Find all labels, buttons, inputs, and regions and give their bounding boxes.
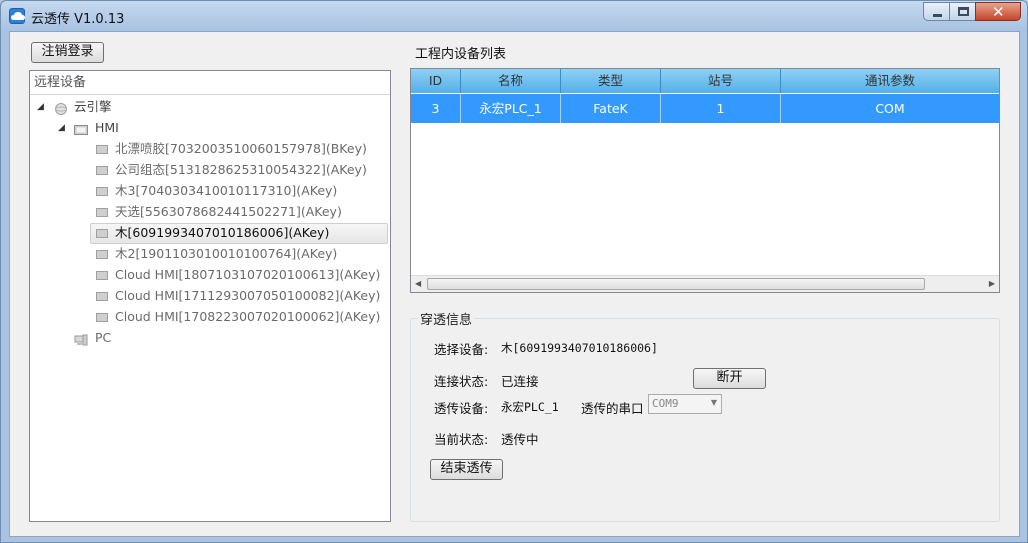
cloud-engine-icon (54, 101, 68, 115)
serial-port-label: 透传的串口 (581, 401, 644, 416)
window-controls: ✕ (923, 2, 1021, 22)
minimize-icon (933, 14, 942, 17)
tree-node-label: 云引擎 (74, 99, 112, 114)
end-passthrough-button[interactable]: 结束透传 (430, 459, 503, 480)
tree-node-label: HMI (95, 120, 119, 135)
title-bar[interactable]: 云透传 V1.0.13 (1, 1, 1027, 31)
app-window: 云透传 V1.0.13 ✕ 注销登录 远程设备 ◢ 云引擎 ◢ HMI 北漂喷胶… (0, 0, 1028, 543)
column-header-id[interactable]: ID (411, 69, 461, 93)
pc-group-icon (74, 332, 88, 346)
cell-type: FateK (561, 94, 661, 123)
cell-name: 永宏PLC_1 (461, 94, 561, 123)
cell-comm: COM (875, 101, 905, 116)
window-title: 云透传 V1.0.13 (31, 12, 125, 27)
cloud-app-icon (9, 8, 25, 24)
tree-item-device[interactable]: 木2[1901103010010100764](AKey) (90, 244, 388, 264)
serial-port-select[interactable]: COM9 ▼ (648, 394, 722, 414)
expand-arrow-icon[interactable]: ◢ (58, 118, 65, 138)
current-status-value: 透传中 (501, 432, 539, 447)
tree-node-pc[interactable]: PC (30, 328, 390, 348)
device-label: 木3[7040303410010117310](AKey) (115, 183, 338, 198)
hmi-device-icon (96, 271, 108, 280)
tree-item-device-selected[interactable]: 木[6091993407010186006](AKey) (90, 223, 388, 243)
device-label: Cloud HMI[1711293007050100082](AKey) (115, 288, 381, 303)
hmi-device-icon (96, 208, 108, 217)
device-label: 木[6091993407010186006](AKey) (115, 225, 330, 240)
connection-status-value: 已连接 (501, 374, 539, 389)
close-icon: ✕ (992, 3, 1005, 21)
client-area: 注销登录 远程设备 ◢ 云引擎 ◢ HMI 北漂喷胶[7032003510060… (9, 31, 1020, 537)
chevron-down-icon[interactable]: ▼ (711, 398, 717, 407)
hmi-device-icon (96, 187, 108, 196)
table-header: ID 名称 类型 站号 通讯参数 (411, 69, 999, 93)
tree-item-device[interactable]: Cloud HMI[1807103107020100613](AKey) (90, 265, 388, 285)
hmi-device-icon (96, 250, 108, 259)
tree-item-device[interactable]: 木3[7040303410010117310](AKey) (90, 181, 388, 201)
device-label: 公司组态[5131828625310054322](AKey) (115, 162, 367, 177)
cell-station: 1 (661, 94, 781, 123)
tree-node-hmi[interactable]: ◢ HMI (30, 118, 390, 138)
horizontal-scrollbar[interactable]: ◀ ▶ (411, 275, 999, 292)
current-status-label: 当前状态: (434, 432, 489, 447)
column-header-type[interactable]: 类型 (561, 69, 661, 93)
column-header-comm[interactable]: 通讯参数 (781, 69, 999, 93)
remote-device-tree[interactable]: 远程设备 ◢ 云引擎 ◢ HMI 北漂喷胶[703200351006015797… (29, 70, 391, 522)
tree-node-label: PC (95, 330, 112, 345)
passthrough-device-value: 永宏PLC_1 (501, 400, 559, 414)
tree-item-device[interactable]: 天选[5563078682441502271](AKey) (90, 202, 388, 222)
close-button[interactable]: ✕ (975, 2, 1021, 21)
scroll-right-icon[interactable]: ▶ (989, 279, 995, 288)
passthrough-device-label: 透传设备: (434, 401, 489, 416)
maximize-icon (958, 7, 969, 16)
device-label: Cloud HMI[1708223007020100062](AKey) (115, 309, 381, 324)
passthrough-groupbox (410, 318, 1000, 522)
column-header-station[interactable]: 站号 (661, 69, 781, 93)
hmi-device-icon (96, 166, 108, 175)
minimize-button[interactable] (923, 2, 950, 21)
serial-port-value: COM9 (652, 397, 679, 410)
hmi-group-icon (74, 122, 88, 135)
logout-button[interactable]: 注销登录 (31, 42, 104, 63)
tree-item-device[interactable]: Cloud HMI[1711293007050100082](AKey) (90, 286, 388, 306)
hmi-device-icon (96, 229, 108, 238)
hmi-device-icon (96, 292, 108, 301)
hmi-device-icon (96, 313, 108, 322)
selected-device-label: 选择设备: (434, 342, 489, 357)
passthrough-title: 穿透信息 (418, 309, 475, 328)
scroll-left-icon[interactable]: ◀ (415, 279, 421, 288)
device-label: Cloud HMI[1807103107020100613](AKey) (115, 267, 381, 282)
device-label: 天选[5563078682441502271](AKey) (115, 204, 342, 219)
table-row[interactable]: 3 永宏PLC_1 FateK 1 COM (411, 94, 999, 123)
hmi-device-icon (96, 145, 108, 154)
selected-device-value: 木[6091993407010186006] (501, 341, 658, 355)
tree-item-device[interactable]: 北漂喷胶[7032003510060157978](BKey) (90, 139, 388, 159)
connection-status-label: 连接状态: (434, 374, 489, 389)
maximize-button[interactable] (949, 2, 976, 21)
disconnect-button[interactable]: 断开 (693, 368, 766, 389)
scroll-thumb[interactable] (427, 278, 925, 290)
device-list-title: 工程内设备列表 (415, 47, 507, 62)
device-label: 北漂喷胶[7032003510060157978](BKey) (115, 141, 367, 156)
tree-item-device[interactable]: 公司组态[5131828625310054322](AKey) (90, 160, 388, 180)
tree-item-device[interactable]: Cloud HMI[1708223007020100062](AKey) (90, 307, 388, 327)
expand-arrow-icon[interactable]: ◢ (37, 97, 44, 117)
cell-id: 3 (411, 94, 461, 123)
remote-devices-header: 远程设备 (30, 71, 390, 95)
device-list-table[interactable]: ID 名称 类型 站号 通讯参数 3 永宏PLC_1 FateK 1 COM ◀… (410, 68, 1000, 293)
column-header-name[interactable]: 名称 (461, 69, 561, 93)
device-label: 木2[1901103010010100764](AKey) (115, 246, 338, 261)
tree-node-cloud-engine[interactable]: ◢ 云引擎 (30, 97, 390, 117)
